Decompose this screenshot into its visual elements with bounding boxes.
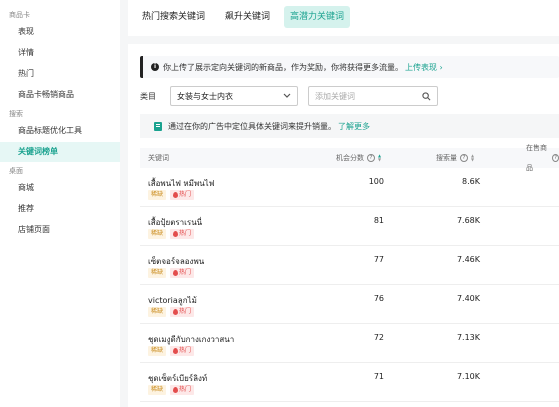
keyword-text: เสื้อพนไฟ หมีพนไฟ	[148, 179, 215, 188]
flame-icon	[173, 309, 179, 315]
search-placeholder: 添加关键词	[315, 91, 355, 101]
header-search-volume[interactable]: 搜索量 ? ▲ ▼	[436, 148, 474, 168]
sort-icon[interactable]: ▲ ▼	[378, 154, 381, 162]
sidebar-section-title: 搜索	[9, 110, 23, 118]
scarce-tag: 稀缺	[148, 268, 167, 278]
tip-text: 通过在你的广告中定位具体关键词来提升销量。	[168, 121, 336, 131]
info-icon: i	[151, 63, 159, 71]
help-icon[interactable]: ?	[552, 154, 559, 162]
tab-rising-keywords[interactable]: 飙升关键词	[219, 6, 276, 28]
help-icon[interactable]: ?	[367, 154, 375, 162]
opportunity-score: 81	[373, 216, 384, 225]
sidebar: 商品卡 表现 详情 热门 商品卡畅销商品 搜索 商品标题优化工具 关键词榜单 桌…	[0, 0, 120, 407]
help-icon[interactable]: ?	[460, 154, 468, 162]
upload-performance-link[interactable]: 上传表现 ›	[405, 62, 443, 73]
search-volume: 7.10K	[456, 372, 480, 381]
opportunity-score: 100	[368, 177, 384, 186]
keyword-text: victoriaลูกไม้	[148, 296, 197, 305]
flame-icon	[173, 270, 179, 276]
sidebar-item-recommend[interactable]: 推荐	[0, 199, 120, 219]
search-volume: 7.46K	[456, 255, 480, 264]
notice-text: 你上传了展示定向关键词的新商品，作为奖励，你将获得更多流量。	[163, 62, 403, 72]
category-value: 女装与女士内衣	[177, 91, 233, 101]
keyword-text: ชุดเซ็ตร์เบียร์ลิงท์	[148, 374, 208, 383]
sort-icon[interactable]: ▲ ▼	[471, 154, 474, 162]
flame-icon	[173, 231, 179, 237]
sidebar-item-performance[interactable]: 表现	[0, 22, 120, 42]
filter-bar: 类目 女装与女士内衣 添加关键词	[140, 86, 438, 106]
content-panel: i 你上传了展示定向关键词的新商品，作为奖励，你将获得更多流量。 上传表现 › …	[128, 44, 559, 407]
keyword-table: 关键词 机会分数 ? ▲ ▼ 搜索量 ? ▲ ▼ 在售商品 ? เสื้อพนไฟ …	[140, 144, 559, 402]
table-header: 关键词 机会分数 ? ▲ ▼ 搜索量 ? ▲ ▼ 在售商品 ?	[140, 144, 559, 172]
scarce-tag: 稀缺	[148, 385, 167, 395]
search-volume: 7.13K	[456, 333, 480, 342]
sidebar-item-hot[interactable]: 热门	[0, 64, 120, 84]
scarce-tag: 稀缺	[148, 307, 167, 317]
opportunity-score: 77	[373, 255, 384, 264]
flame-icon	[173, 348, 179, 354]
table-row[interactable]: เสื้อพนไฟ หมีพนไฟ 稀缺 热门 100 8.6K	[140, 168, 559, 207]
sidebar-item-title-optimizer[interactable]: 商品标题优化工具	[0, 121, 120, 141]
flame-icon	[173, 192, 179, 198]
tab-high-potential-keywords[interactable]: 高潜力关键词	[284, 6, 351, 28]
hot-tag: 热门	[170, 385, 195, 395]
table-row[interactable]: ชุดเซ็ตร์เบียร์ลิงท์ 稀缺 热门 71 7.10K	[140, 363, 559, 402]
main-content: 热门搜索关键词 飙升关键词 高潜力关键词 i 你上传了展示定向关键词的新商品，作…	[128, 0, 559, 407]
opportunity-score: 71	[373, 372, 384, 381]
sidebar-item-keyword-rankings[interactable]: 关键词榜单	[0, 142, 120, 162]
chevron-down-icon	[283, 93, 291, 98]
tab-hot-keywords[interactable]: 热门搜索关键词	[136, 6, 211, 28]
header-opportunity-score[interactable]: 机会分数 ? ▲ ▼	[336, 148, 381, 168]
keyword-text: ชุดเมงูดีกับกางเกงวาสนา	[148, 335, 235, 344]
table-row[interactable]: victoriaลูกไม้ 稀缺 热门 76 7.40K	[140, 285, 559, 324]
search-volume: 7.68K	[456, 216, 480, 225]
sidebar-item-mall[interactable]: 商城	[0, 178, 120, 198]
sidebar-section-title: 桌面	[9, 167, 23, 175]
learn-more-link[interactable]: 了解更多	[338, 121, 370, 132]
category-label: 类目	[140, 91, 156, 101]
table-row[interactable]: ชุดเมงูดีกับกางเกงวาสนา 稀缺 热门 72 7.13K	[140, 324, 559, 363]
search-volume: 8.6K	[462, 177, 480, 186]
keyword-text: เสื้อปุ้ยตราเรนนี่	[148, 218, 203, 227]
category-select[interactable]: 女装与女士内衣	[170, 86, 298, 106]
sidebar-section-title: 商品卡	[9, 11, 30, 19]
header-keyword: 关键词	[148, 154, 169, 162]
header-products: 在售商品 ?	[526, 144, 559, 172]
tip-banner: 通过在你的广告中定位具体关键词来提升销量。 了解更多	[140, 114, 559, 138]
hot-tag: 热门	[170, 346, 195, 356]
keyword-search-input[interactable]: 添加关键词	[308, 86, 438, 106]
tab-bar: 热门搜索关键词 飙升关键词 高潜力关键词	[128, 0, 559, 36]
table-row[interactable]: เสื้อปุ้ยตราเรนนี่ 稀缺 热门 81 7.68K	[140, 207, 559, 246]
hot-tag: 热门	[170, 190, 195, 200]
opportunity-score: 72	[373, 333, 384, 342]
hot-tag: 热门	[170, 268, 195, 278]
search-volume: 7.40K	[456, 294, 480, 303]
keyword-text: เซ็ตจอร์จลองพน	[148, 257, 205, 266]
flame-icon	[173, 387, 179, 393]
hot-tag: 热门	[170, 229, 195, 239]
scarce-tag: 稀缺	[148, 190, 167, 200]
sidebar-item-details[interactable]: 详情	[0, 43, 120, 63]
scarce-tag: 稀缺	[148, 346, 167, 356]
ad-icon	[154, 121, 162, 131]
notice-banner: i 你上传了展示定向关键词的新商品，作为奖励，你将获得更多流量。 上传表现 ›	[140, 56, 559, 78]
table-row[interactable]: เซ็ตจอร์จลองพน 稀缺 热门 77 7.46K	[140, 246, 559, 285]
sidebar-item-bestsellers[interactable]: 商品卡畅销商品	[0, 85, 120, 105]
hot-tag: 热门	[170, 307, 195, 317]
search-icon[interactable]	[422, 91, 431, 101]
opportunity-score: 76	[373, 294, 384, 303]
scarce-tag: 稀缺	[148, 229, 167, 239]
sidebar-item-store-page[interactable]: 店铺页面	[0, 220, 120, 240]
